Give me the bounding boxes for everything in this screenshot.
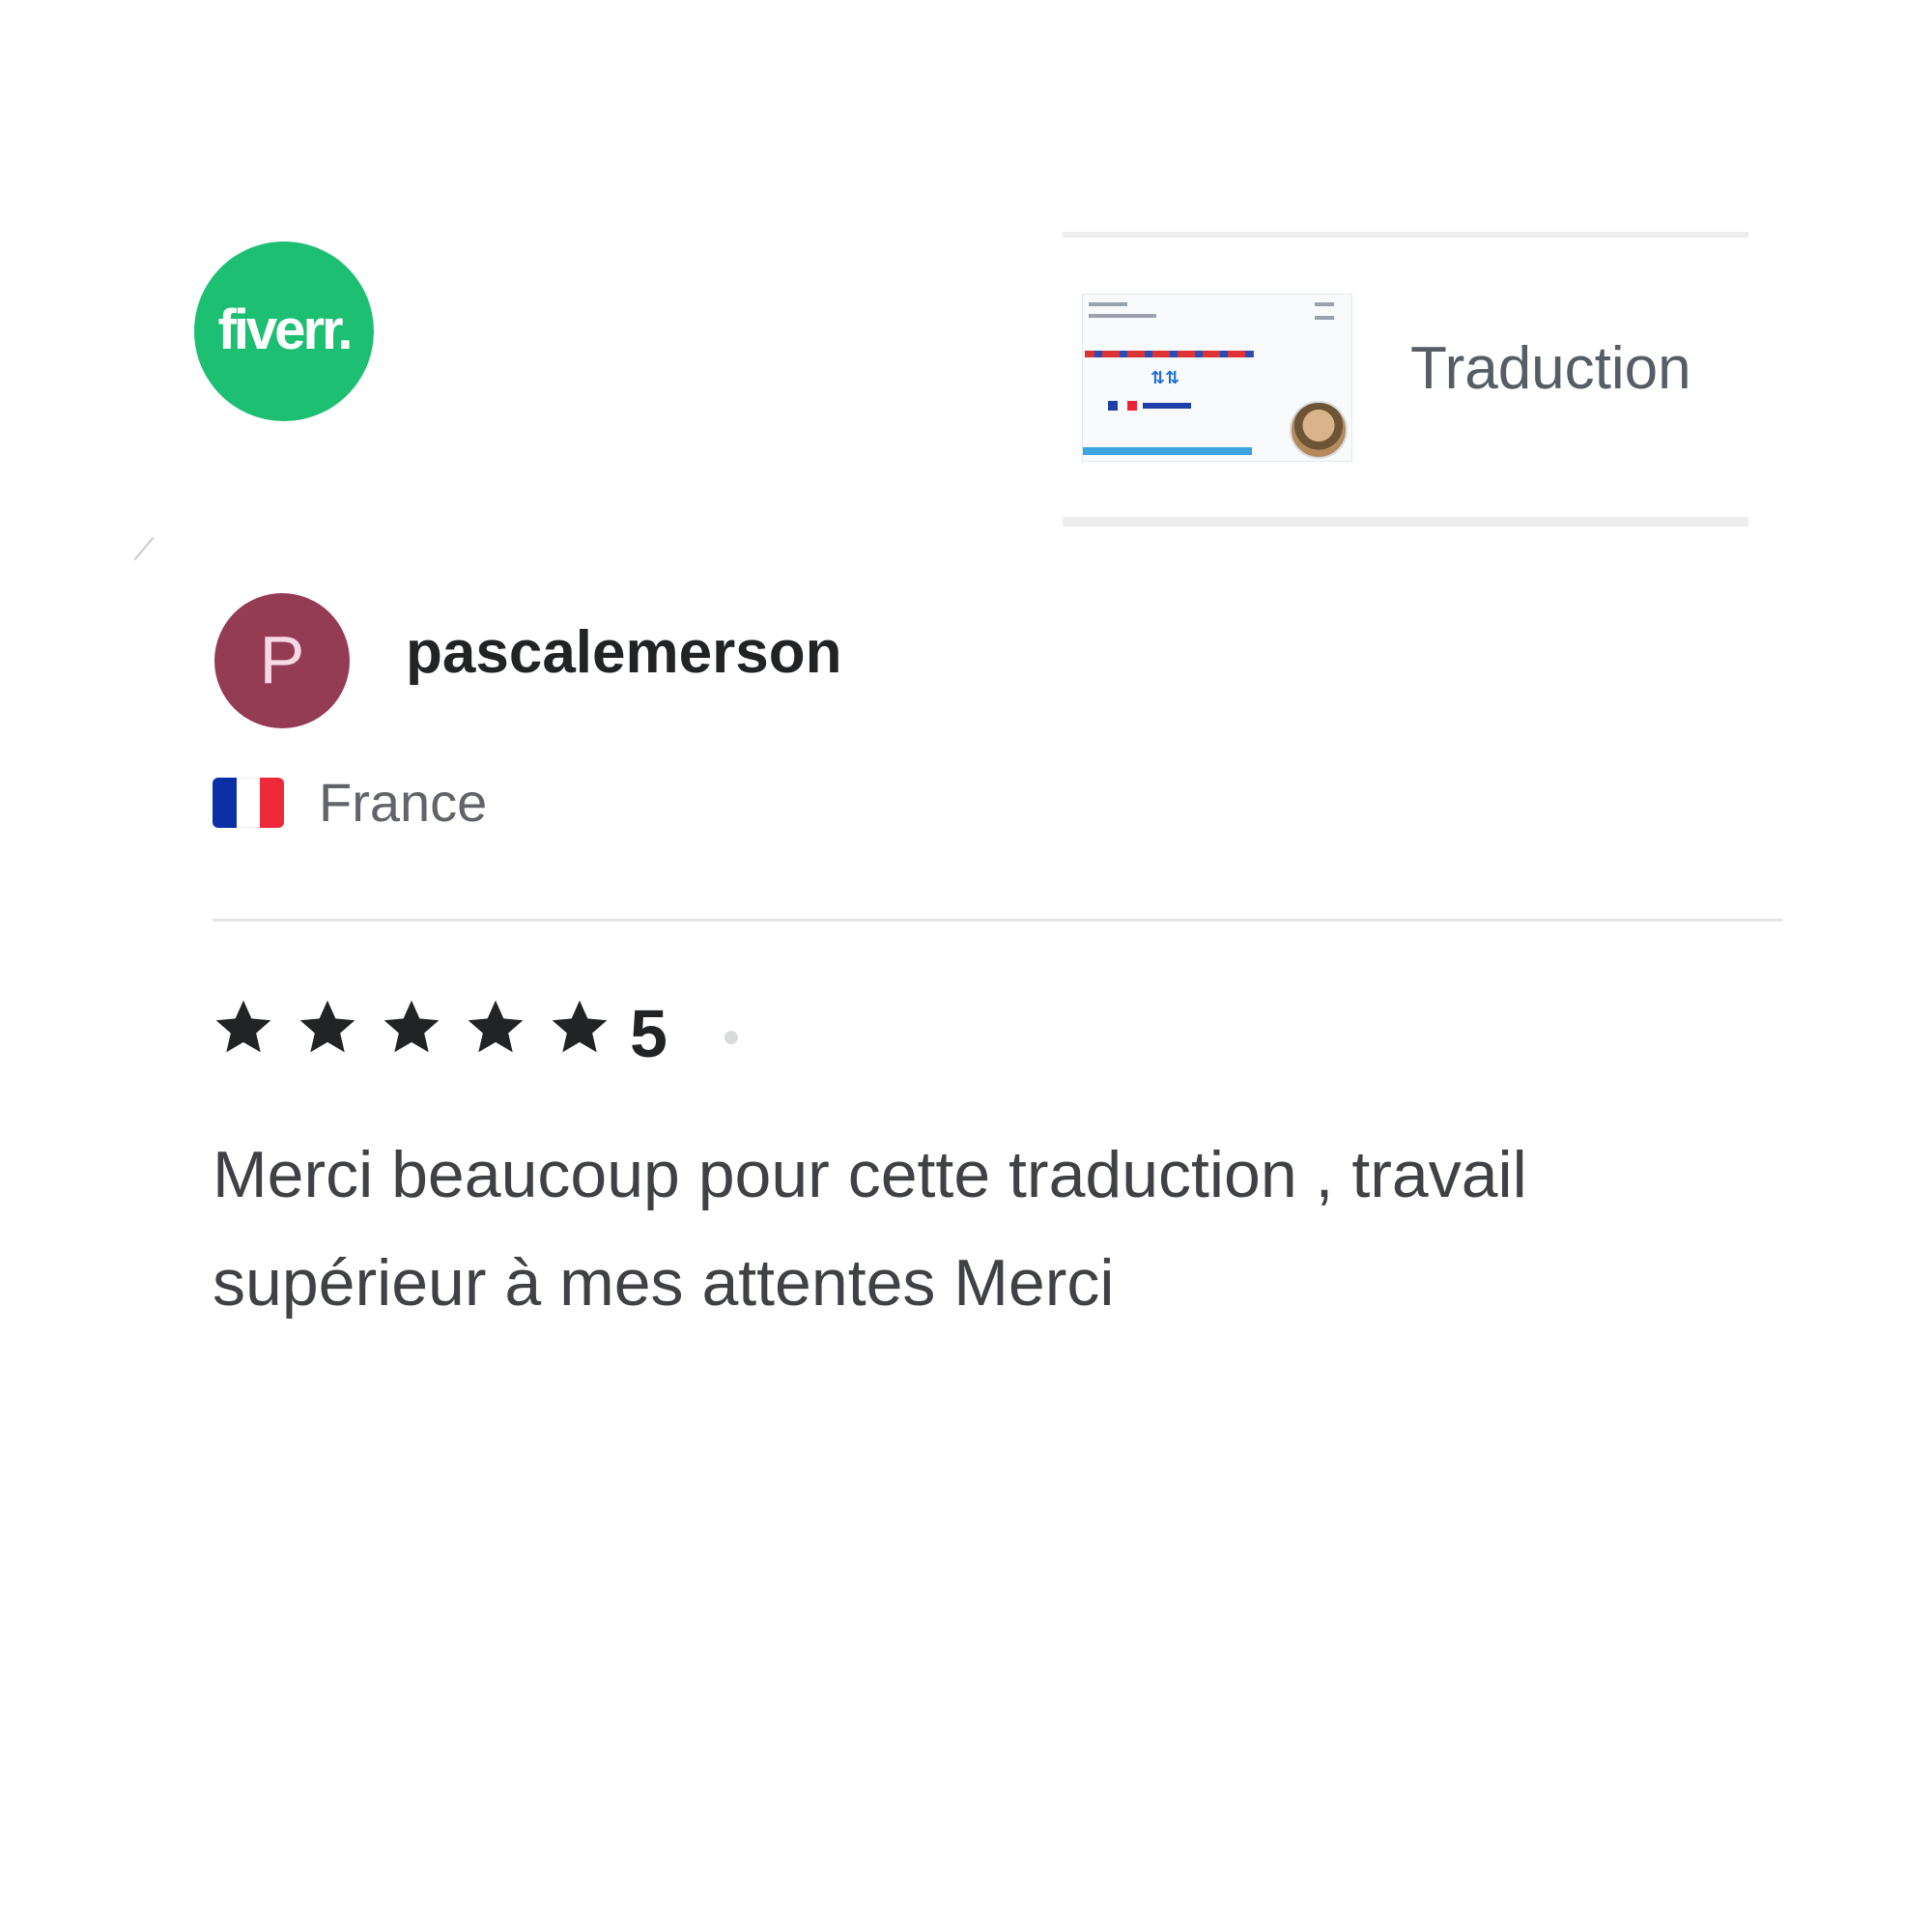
avatar-initial: P [259,622,305,697]
star-icon [547,995,612,1061]
reviewer-username[interactable]: pascalemerson [406,618,841,687]
reviewer-country: France [319,772,488,833]
seller-portrait [1290,401,1348,459]
gig-title[interactable]: Traduction [1410,334,1691,403]
divider [213,919,1782,922]
gig-card[interactable]: ⇅⇅ Traduction [1063,232,1748,526]
avatar[interactable]: P [214,593,350,728]
arrows-icon: ⇅⇅ [1151,368,1180,388]
star-icon [295,995,360,1061]
flag-icon [1108,401,1137,411]
rating-value: 5 [630,996,668,1071]
france-flag-icon [213,778,284,828]
gig-thumbnail[interactable]: ⇅⇅ [1082,294,1352,462]
star-icon [211,995,276,1061]
fiverr-logo-text: fiverr. [217,298,354,361]
review-text: Merci beaucoup pour cette traduction , t… [213,1138,1527,1320]
star-icon [379,995,444,1061]
star-rating [211,995,631,1061]
fiverr-logo: fiverr. [194,242,374,421]
star-icon [463,995,528,1061]
divider-mark [133,536,155,561]
separator-dot [724,1031,738,1044]
